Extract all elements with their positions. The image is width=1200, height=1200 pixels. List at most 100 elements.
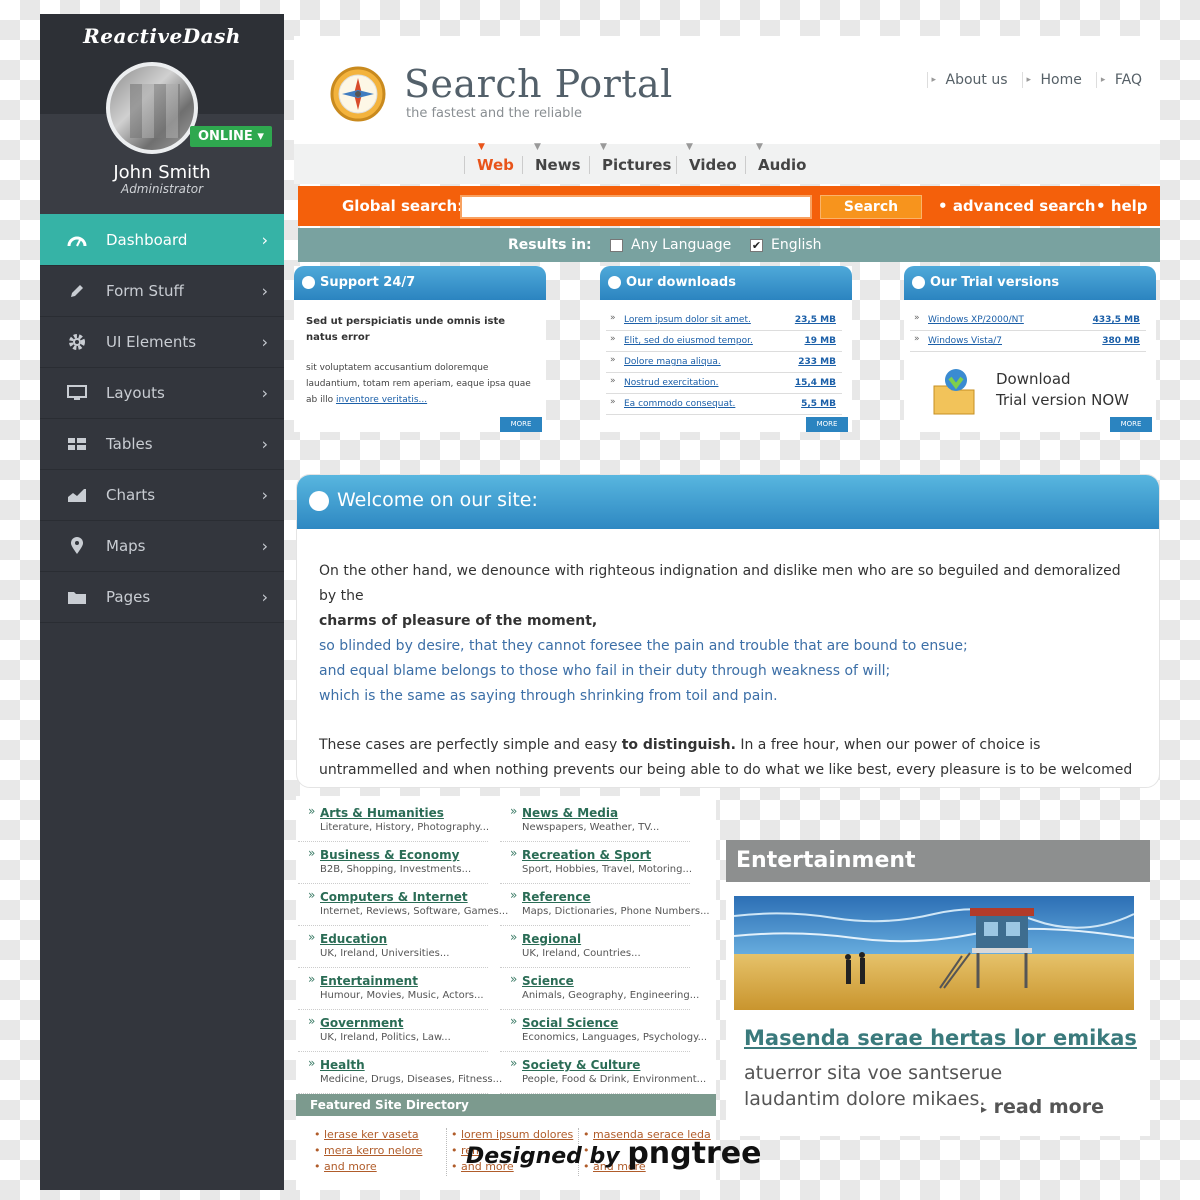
english-checkbox[interactable]: ✔ xyxy=(750,239,763,252)
sidebar-item-label: Charts xyxy=(106,486,156,504)
file-size: 233 MB xyxy=(798,357,836,367)
directory-item[interactable]: Arts & Humanities Literature, History, Ph… xyxy=(298,802,490,842)
tab-news[interactable]: News xyxy=(522,156,581,174)
read-more-link[interactable]: ▸ read more xyxy=(981,1096,1104,1118)
download-cta-line2[interactable]: Trial version NOW xyxy=(996,391,1129,409)
directory-title[interactable]: Education xyxy=(320,932,387,946)
any-language-checkbox[interactable] xyxy=(610,239,623,252)
sidebar-item-dashboard[interactable]: Dashboard › xyxy=(40,214,284,266)
directory-title[interactable]: Arts & Humanities xyxy=(320,806,444,820)
more-button[interactable]: MORE xyxy=(1110,417,1152,432)
search-button[interactable]: Search xyxy=(820,195,922,219)
download-link[interactable]: Elit, sed do eiusmod tempor. xyxy=(624,336,753,346)
sidebar-item-tables[interactable]: Tables › xyxy=(40,419,284,470)
sidebar-item-layouts[interactable]: Layouts › xyxy=(40,368,284,419)
file-size: 433,5 MB xyxy=(1092,315,1140,325)
directory-item[interactable]: Entertainment Humour, Movies, Music, Acto… xyxy=(298,970,488,1010)
status-badge[interactable]: ONLINE ▾ xyxy=(190,126,272,147)
sidebar-item-form-stuff[interactable]: Form Stuff › xyxy=(40,266,284,317)
featured-link[interactable]: mera kerro nelore xyxy=(314,1144,444,1160)
download-link[interactable]: Lorem ipsum dolor sit amet. xyxy=(624,315,751,325)
about-link[interactable]: About us xyxy=(926,72,1008,88)
sidebar-item-label: Layouts xyxy=(106,384,165,402)
tab-marker-icon: ▼ xyxy=(686,142,693,152)
download-link[interactable]: Windows XP/2000/NT xyxy=(928,315,1024,325)
directory-title[interactable]: Social Science xyxy=(522,1016,618,1030)
directory-desc: UK, Ireland, Countries... xyxy=(522,948,641,959)
directory-title[interactable]: Recreation & Sport xyxy=(522,848,651,862)
directory-item[interactable]: Social Science Economics, Languages, Psyc… xyxy=(500,1012,707,1052)
directory-item[interactable]: Recreation & Sport Sport, Hobbies, Travel… xyxy=(500,844,692,884)
support-lead: Sed ut perspiciatis unde omnis iste natu… xyxy=(306,316,506,343)
tab-audio[interactable]: Audio xyxy=(745,156,806,174)
directory-item[interactable]: Reference Maps, Dictionaries, Phone Numbe… xyxy=(500,886,710,926)
sidebar-item-maps[interactable]: Maps › xyxy=(40,521,284,572)
featured-link[interactable]: and more xyxy=(314,1160,444,1176)
directory-title[interactable]: Reference xyxy=(522,890,591,904)
more-button[interactable]: MORE xyxy=(500,417,542,432)
directory-title[interactable]: Computers & Internet xyxy=(320,890,468,904)
directory-title[interactable]: Business & Economy xyxy=(320,848,459,862)
directory-item[interactable]: Education UK, Ireland, Universities... xyxy=(298,928,488,968)
directory-item[interactable]: Society & Culture People, Food & Drink, E… xyxy=(500,1054,706,1094)
help-link[interactable]: • help xyxy=(1096,197,1148,215)
featured-column: lerase ker vaseta mera kerro nelore and … xyxy=(314,1128,444,1176)
list-item: Dolore magna aliqua. 233 MB xyxy=(606,352,842,373)
support-link[interactable]: inventore veritatis... xyxy=(336,395,427,405)
gear-icon xyxy=(66,333,88,351)
site-directory: Arts & Humanities Literature, History, Ph… xyxy=(296,796,716,1100)
folder-icon xyxy=(66,588,88,606)
beach-photo[interactable] xyxy=(734,896,1134,1010)
sidebar-item-charts[interactable]: Charts › xyxy=(40,470,284,521)
directory-title[interactable]: Science xyxy=(522,974,574,988)
directory-item[interactable]: Regional UK, Ireland, Countries... xyxy=(500,928,690,968)
search-input[interactable] xyxy=(460,195,812,219)
directory-title[interactable]: Government xyxy=(320,1016,403,1030)
directory-desc: B2B, Shopping, Investments... xyxy=(320,864,472,875)
directory-title[interactable]: Society & Culture xyxy=(522,1058,640,1072)
compass-icon xyxy=(328,64,388,124)
directory-item[interactable]: News & Media Newspapers, Weather, TV... xyxy=(500,802,690,842)
user-name: John Smith xyxy=(113,162,211,183)
directory-item[interactable]: Computers & Internet Internet, Reviews, S… xyxy=(298,886,508,926)
directory-desc: UK, Ireland, Universities... xyxy=(320,948,450,959)
page-title: Search Portal xyxy=(404,62,673,106)
entertainment-title: Entertainment xyxy=(726,840,1150,882)
directory-title[interactable]: Regional xyxy=(522,932,581,946)
file-size: 380 MB xyxy=(1102,336,1140,346)
download-link[interactable]: Nostrud exercitation. xyxy=(624,378,719,388)
featured-link[interactable]: lerase ker vaseta xyxy=(314,1128,444,1144)
advanced-search-link[interactable]: • advanced search xyxy=(938,197,1095,215)
watermark: Designed by pngtree xyxy=(466,1136,761,1171)
directory-item[interactable]: Government UK, Ireland, Politics, Law... xyxy=(298,1012,488,1052)
search-tabs: ▼ ▼ ▼ ▼ ▼ Web News Pictures Video Audio xyxy=(294,142,1160,184)
directory-item[interactable]: Health Medicine, Drugs, Diseases, Fitness… xyxy=(298,1054,502,1094)
directory-title[interactable]: Health xyxy=(320,1058,365,1072)
download-link[interactable]: Dolore magna aliqua. xyxy=(624,357,721,367)
avatar[interactable] xyxy=(106,62,198,154)
more-button[interactable]: MORE xyxy=(806,417,848,432)
directory-title[interactable]: News & Media xyxy=(522,806,618,820)
download-link[interactable]: Ea commodo consequat. xyxy=(624,399,735,409)
read-more-label: read more xyxy=(993,1096,1104,1118)
tab-web[interactable]: Web xyxy=(464,156,514,174)
directory-item[interactable]: Business & Economy B2B, Shopping, Investm… xyxy=(298,844,488,884)
downloads-list: Lorem ipsum dolor sit amet. 23,5 MB Elit,… xyxy=(600,300,852,415)
search-label: Global search: xyxy=(342,197,464,215)
trials-list: Windows XP/2000/NT 433,5 MB Windows Vista… xyxy=(904,300,1156,352)
brand-logo[interactable]: ReactiveDash xyxy=(40,24,284,48)
download-link[interactable]: Windows Vista/7 xyxy=(928,336,1002,346)
tab-pictures[interactable]: Pictures xyxy=(589,156,671,174)
directory-title[interactable]: Entertainment xyxy=(320,974,418,988)
directory-item[interactable]: Science Animals, Geography, Engineering..… xyxy=(500,970,699,1010)
home-link[interactable]: Home xyxy=(1021,72,1082,88)
sidebar-item-pages[interactable]: Pages › xyxy=(40,572,284,623)
entertainment-headline[interactable]: Masenda serae hertas lor emikas xyxy=(744,1026,1137,1050)
user-profile: ONLINE ▾ John Smith Administrator xyxy=(40,62,284,214)
tab-marker-icon: ▼ xyxy=(600,142,607,152)
download-cta-line1[interactable]: Download xyxy=(996,370,1071,388)
tab-video[interactable]: Video xyxy=(676,156,737,174)
directory-desc: Literature, History, Photography... xyxy=(320,822,490,833)
sidebar-item-ui-elements[interactable]: UI Elements › xyxy=(40,317,284,368)
faq-link[interactable]: FAQ xyxy=(1095,72,1142,88)
